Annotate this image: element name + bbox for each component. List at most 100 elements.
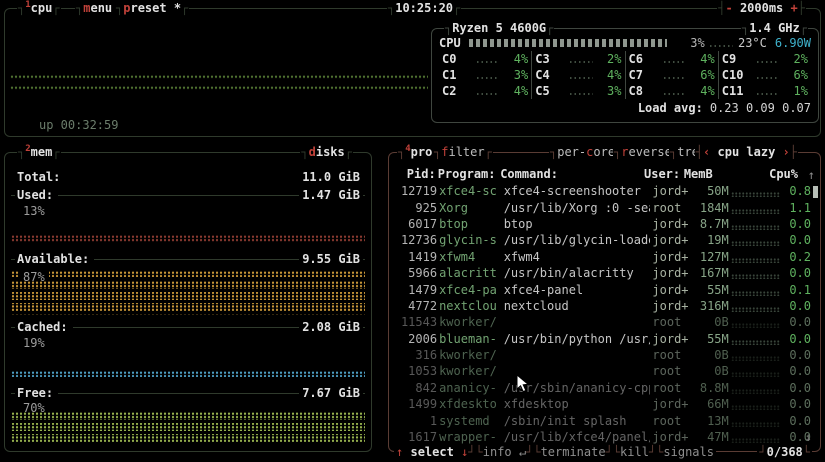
process-user: root [652,364,682,379]
filter-button[interactable]: ┐filter┌ [433,144,493,160]
process-footer: ↑ select ↓ ┘└info ↵┘└terminate┘└kill┘└sig… [394,444,716,460]
core-stat-c0: C0 4% [439,51,531,67]
process-row-pid-1617[interactable]: 1617 wrapper- /usr/lib/xfce4/panel/w jord+ 4… [396,429,811,445]
process-row-pid-1479[interactable]: 1479 xfce4-pa xfce4-panel jord+ 55M 0.1 [396,281,811,297]
process-cpu-percent: 0.1 [789,282,811,297]
process-panel: ┐4proc┌ ┐filter┌ ┐per-core┌ ┐reverse┌ ┐t… [388,144,821,460]
cpu-usage-graph-line-2 [10,86,428,90]
footer-action-signals[interactable]: signals [663,445,714,459]
preset-button[interactable]: ┐preset *┌ [115,0,190,16]
sort-selector[interactable]: ┤‹ cpu lazy ›├ [694,144,798,160]
column-header-user[interactable]: User: [644,166,682,182]
cpu-frequency: ┐1.4 GHz┌ [740,20,808,36]
process-row-pid-11543[interactable]: 11543 kworker/root 0B 0.0 [396,314,811,330]
process-cpu-graph-dots [730,438,780,444]
mem-stat-value: 2.08 GiB [299,319,363,335]
process-program: xfce4-pa [439,282,497,297]
process-row-pid-4772[interactable]: 4772 nextclou nextcloud jord+ 316M 0.0 [396,298,811,314]
process-mem: 167M [699,266,729,281]
process-cpu-percent: 0.2 [789,249,811,264]
mem-box-title[interactable]: ┐2mem┌ [17,144,61,160]
core-stat-c6: C6 4% [624,51,718,67]
core-name: C6 [628,52,643,66]
column-header-memb[interactable]: MemB [684,166,718,182]
cpu-temperature: 23°C [737,36,767,50]
process-table: 12719 xfce4-sc xfce4-screenshooter jord+ 50M… [396,183,811,445]
process-row-pid-1[interactable]: 1 systemd/sbin/init splash root 13M 0.0 [396,412,811,428]
process-cpu-graph-dots [730,356,780,362]
process-mem: 8.7M [699,216,729,231]
dotted-leader [756,77,779,79]
process-pid: 1499 [408,397,438,412]
update-interval-control[interactable]: ┤- 2000ms +├ [717,0,806,16]
core-name: C11 [721,84,744,98]
process-cpu-graph-dots [730,241,780,247]
sort-prev-arrow-icon[interactable]: ‹ [703,145,710,159]
core-name: C3 [535,52,550,66]
process-row-pid-1499[interactable]: 1499 xfdeskto xfdesktop jord+ 66M 0.0 [396,396,811,412]
process-row-pid-6017[interactable]: 6017 btop btop jord+ 8.7M 0.0 [396,216,811,232]
process-row-pid-5966[interactable]: 5966 alacritt/usr/bin/alacritty jord+ 167M 0… [396,265,811,281]
mem-stat-value: 1.47 GiB [299,187,363,203]
disks-toggle-button[interactable]: ┐disks┌ [300,144,353,160]
process-cpu-percent: 0.0 [789,233,811,248]
core-stat-c2: C2 4% [439,83,531,99]
footer-separator: ┘└ [468,445,483,459]
process-row-pid-1419[interactable]: 1419 xfwm4 xfwm4 jord+ 127M 0.2 [396,249,811,265]
process-row-pid-316[interactable]: 316 kworker/root 0B 0.0 [396,347,811,363]
core-name: C8 [628,84,643,98]
process-user: root [652,200,682,215]
mouse-cursor-icon [516,374,530,393]
column-header-pid[interactable]: Pid: [396,166,436,182]
process-cpu-percent: 0.0 [789,266,811,281]
column-header-cpu[interactable]: Cpu% [769,166,798,182]
process-mem: 47M [707,430,729,445]
process-row-pid-12736[interactable]: 12736 glycin-s/usr/lib/glycin-loader jord+… [396,232,811,248]
footer-action-terminate[interactable]: terminate [541,445,606,459]
cpu-usage-graph-line-1 [10,75,428,79]
process-command: xfce4-screenshooter [503,184,641,199]
process-row-pid-2006[interactable]: 2006 blueman- /usr/bin/python /usr/b jord+ 5… [396,331,811,347]
core-stat-c11: C11 1% [717,83,811,99]
cpu-box-title[interactable]: ┐1cpu┌ [17,0,61,16]
core-name: C10 [721,68,744,82]
process-row-pid-842[interactable]: 842ananicy-/usr/sbin/ananicy-cpp sroot8.… [396,380,811,396]
process-pid: 2006 [408,331,438,346]
select-up-icon[interactable]: ↑ [396,444,403,460]
mem-stat-label: Cached: [15,319,73,335]
process-cpu-graph [730,284,780,296]
menu-button[interactable]: ┐menu┌ [75,0,121,16]
process-cpu-graph-dots [730,306,780,312]
mem-stat-percent: 13% [19,203,49,219]
process-cpu-graph-dots [730,274,780,280]
sort-next-arrow-icon[interactable]: › [783,145,790,159]
process-command: xfdesktop [503,397,569,412]
process-cpu-percent: 0.0 [789,348,811,363]
process-cpu-graph [730,251,780,263]
interval-decrease-button[interactable]: - [725,1,732,15]
core-percent: 4% [700,84,715,98]
column-header-program[interactable]: Program: [438,166,499,182]
process-row-pid-12719[interactable]: 12719 xfce4-sc xfce4-screenshooter jord+ 50M… [396,183,811,199]
column-header-command[interactable]: Command: [500,166,642,182]
scrollbar-thumb[interactable] [813,186,818,198]
core-percent: 2% [793,52,808,66]
process-row-pid-1053[interactable]: 1053 kworker/root 0B 0.0 [396,363,811,379]
core-stat-c7: C7 6% [624,67,718,83]
cpu-stats-subpanel: ┐Ryzen 5 4600G┌ ┐1.4 GHz┌ CPU 3% 23°C 6.… [431,20,819,123]
mem-used-graph [11,235,365,242]
process-mem: 55M [707,331,729,346]
process-pid: 11543 [400,315,438,330]
cpu-total-row: CPU 3% 23°C 6.90W [439,35,811,51]
process-row-pid-925[interactable]: 925 Xorg/usr/lib/Xorg :0 -seat root 184M 1.1 [396,199,811,215]
core-name: C9 [721,52,737,66]
process-user: root [652,315,682,330]
dotted-leader [756,61,779,63]
dotted-leader [663,93,686,95]
process-command: /usr/lib/Xorg :0 -seat [503,200,651,215]
process-user: jord+ [652,249,689,264]
footer-action-info[interactable]: info ↵ [483,445,526,459]
footer-action-kill[interactable]: kill [620,445,649,459]
interval-increase-button[interactable]: + [791,1,798,15]
select-label: select [410,445,454,459]
